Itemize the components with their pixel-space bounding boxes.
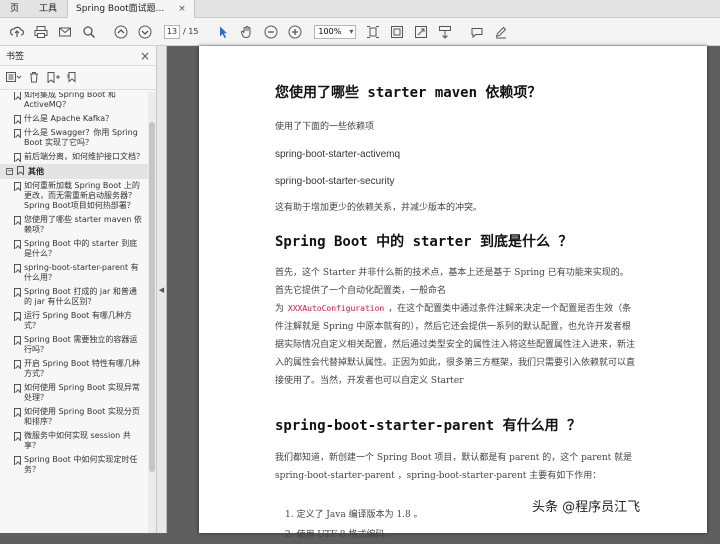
page-navigator: 13 / 15 [164, 24, 199, 39]
comment-icon[interactable] [466, 21, 488, 43]
bookmark-list: 如何集成 Spring Boot 和 ActiveMQ？ 什么是 Apache … [0, 92, 148, 533]
bookmark-group-label: 其他 [28, 167, 44, 176]
toolbar: 13 / 15 100% [0, 18, 720, 46]
dependency-name: spring-boot-starter-security [275, 176, 395, 187]
bookmark-icon [14, 92, 21, 100]
chevron-left-icon: ◀ [158, 285, 165, 294]
tab-document[interactable]: Spring Boot面试题... × [67, 0, 195, 18]
fit-width-icon[interactable] [386, 21, 408, 43]
select-cursor-icon[interactable] [212, 21, 234, 43]
bookmark-options-icon[interactable] [6, 68, 22, 87]
bookmarks-header: 书签 × [0, 46, 156, 66]
bookmark-icon [14, 240, 21, 249]
collapse-icon[interactable]: − [6, 168, 13, 175]
bookmark-icon [14, 336, 21, 345]
tab-bar: 页 工具 Spring Boot面试题... × [0, 0, 720, 18]
bookmark-item[interactable]: 您使用了哪些 starter maven 依赖项？ [0, 213, 148, 237]
pen-icon[interactable] [490, 21, 512, 43]
bookmark-icon [14, 456, 21, 465]
page-total: / 15 [183, 27, 199, 36]
tab-close-icon[interactable]: × [178, 0, 186, 18]
bookmark-icon [14, 384, 21, 393]
bookmark-item[interactable]: 微服务中如何实现 session 共享？ [0, 429, 148, 453]
tab-tools[interactable]: 工具 [29, 0, 67, 18]
bookmark-icon [14, 360, 21, 369]
search-icon[interactable] [78, 21, 100, 43]
paragraph-starter: 首先，这个 Starter 并非什么新的技术点，基本上还是基于 Spring 已… [275, 268, 636, 386]
page-down-icon[interactable] [134, 21, 156, 43]
page-up-icon[interactable] [110, 21, 132, 43]
heading-starter-what: Spring Boot 中的 starter 到底是什么 ？ [275, 234, 573, 250]
bookmark-icon [17, 166, 24, 177]
bookmark-icon [14, 288, 21, 297]
tab-document-label: Spring Boot面试题... [76, 3, 165, 14]
bookmarks-toolbar [0, 66, 156, 90]
bookmark-icon [14, 129, 21, 138]
scroll-mode-icon[interactable] [434, 21, 456, 43]
paragraph: 使用了下面的一些依赖项 [275, 122, 375, 132]
watermark: 头条 @程序员江飞 [532, 500, 641, 515]
bookmark-item[interactable]: 如何使用 Spring Boot 实现异常处理？ [0, 381, 148, 405]
zoom-select[interactable]: 100% [314, 24, 357, 39]
bookmark-item[interactable]: 运行 Spring Boot 有哪几种方式？ [0, 309, 148, 333]
bookmark-item[interactable]: 什么是 Swagger？你用 Spring Boot 实现了它吗？ [0, 126, 148, 150]
zoom-in-icon[interactable] [284, 21, 306, 43]
paragraph: 这有助于增加更少的依赖关系，并减少版本的冲突。 [275, 203, 483, 213]
bookmark-icon [14, 312, 21, 321]
zoom-out-icon[interactable] [260, 21, 282, 43]
bookmark-icon [14, 182, 21, 191]
bookmark-icon [14, 264, 21, 273]
heading-starter-deps: 您使用了哪些 starter maven 依赖项？ [275, 85, 542, 101]
bookmark-icon [14, 408, 21, 417]
list-item: 2. 使用 UTF-8 格式编码。 [285, 530, 394, 540]
bookmark-item[interactable]: Spring Boot 中的 starter 到底是什么？ [0, 237, 148, 261]
bookmark-item[interactable]: 如何重新加载 Spring Boot 上的更改，而无需重新启动服务器？Sprin… [0, 179, 148, 213]
tab-left-stub[interactable]: 页 [0, 0, 29, 18]
bookmark-item[interactable]: spring-boot-starter-parent 有什么用？ [0, 261, 148, 285]
fullscreen-icon[interactable] [410, 21, 432, 43]
heading-starter-parent: spring-boot-starter-parent 有什么用 ？ [275, 418, 582, 434]
new-bookmark-icon[interactable] [46, 68, 60, 87]
bookmark-icon [14, 432, 21, 441]
mail-icon[interactable] [54, 21, 76, 43]
bookmark-item[interactable]: Spring Boot 打成的 jar 和普通的 jar 有什么区别？ [0, 285, 148, 309]
delete-icon[interactable] [28, 68, 40, 87]
bookmark-item[interactable]: 如何集成 Spring Boot 和 ActiveMQ？ [0, 92, 148, 112]
bookmark-item[interactable]: 什么是 Apache Kafka？ [0, 112, 148, 126]
upload-icon[interactable] [6, 21, 28, 43]
fit-page-icon[interactable] [362, 21, 384, 43]
bookmark-group-other[interactable]: − 其他 [0, 164, 148, 179]
bookmarks-title: 书签 [6, 52, 25, 62]
bookmark-item[interactable]: 如何使用 Spring Boot 实现分页和排序？ [0, 405, 148, 429]
expand-bookmark-icon[interactable] [66, 68, 80, 87]
bookmark-icon [14, 115, 21, 124]
paragraph: 我们都知道，新创建一个 Spring Boot 项目，默认都是有 parent … [275, 453, 633, 481]
close-icon[interactable]: × [140, 49, 150, 63]
print-icon[interactable] [30, 21, 52, 43]
document-page: 您使用了哪些 starter maven 依赖项？ 使用了下面的一些依赖项 sp… [199, 46, 707, 540]
bookmark-item[interactable]: 开启 Spring Boot 特性有哪几种方式？ [0, 357, 148, 381]
bookmarks-scrollbar[interactable] [148, 92, 156, 533]
scrollbar-thumb[interactable] [149, 122, 155, 472]
bookmarks-panel: 书签 × 如何集成 Spring Boot 和 ActiveMQ？ 什么是 Ap… [0, 46, 157, 533]
dependency-name: spring-boot-starter-activemq [275, 149, 401, 160]
panel-collapse-handle[interactable]: ◀ [157, 46, 167, 533]
bookmark-item[interactable]: 前后端分离，如何维护接口文档？ [0, 150, 148, 164]
bookmark-icon [14, 216, 21, 225]
inline-code: XXXAutoConfiguration [286, 304, 386, 313]
bookmark-icon [14, 153, 21, 162]
bookmark-item[interactable]: Spring Boot 中如何实现定时任务？ [0, 453, 148, 477]
bookmark-item[interactable]: Spring Boot 需要独立的容器运行吗？ [0, 333, 148, 357]
hand-tool-icon[interactable] [236, 21, 258, 43]
page-number-input[interactable]: 13 [164, 24, 180, 39]
